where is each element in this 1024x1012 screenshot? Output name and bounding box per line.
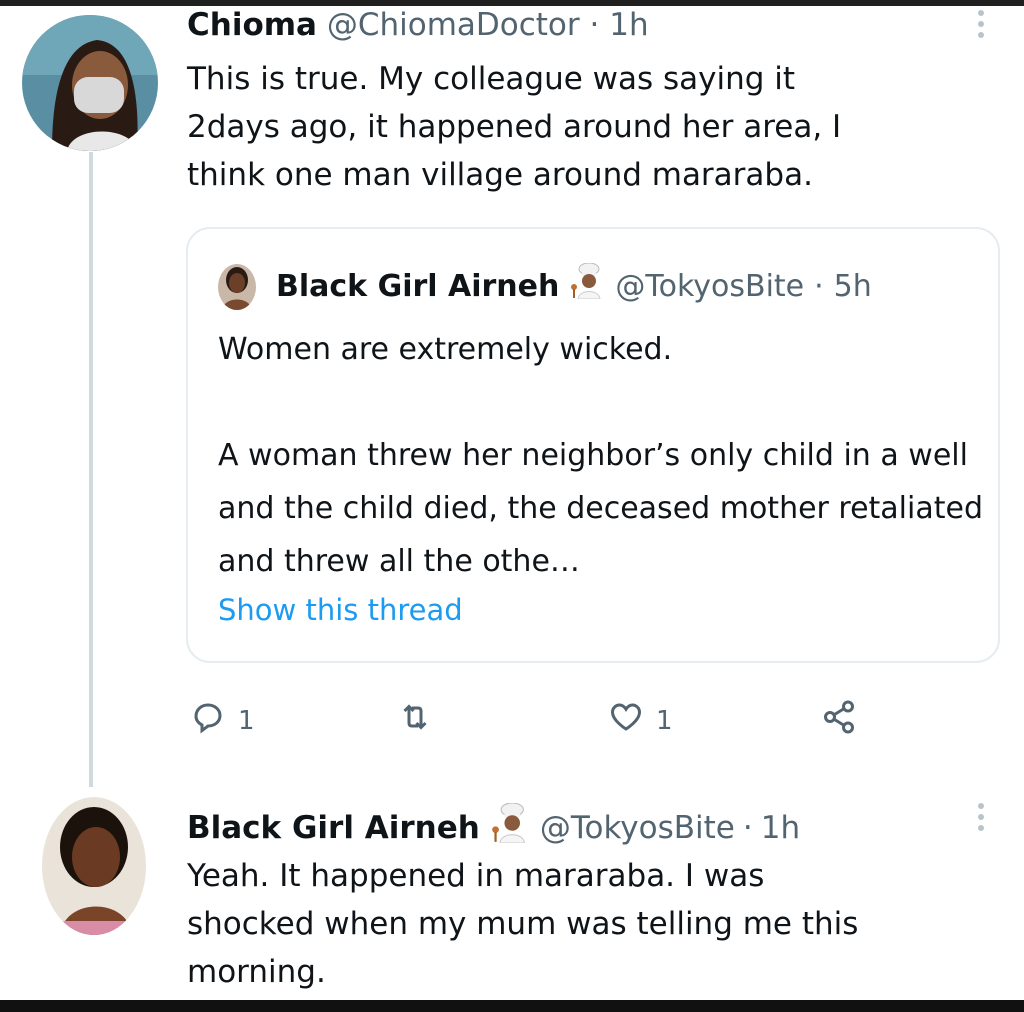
chef-emoji xyxy=(490,802,530,853)
separator-dot: · xyxy=(742,810,753,846)
second-author-handle[interactable]: @TokyosBite xyxy=(540,808,735,848)
reply-text: This is true. My colleague was saying it… xyxy=(187,61,842,193)
quoted-avatar xyxy=(218,263,256,310)
reply-count: 1 xyxy=(238,705,255,736)
quoted-author-handle: @TokyosBite xyxy=(615,268,805,304)
share-button[interactable] xyxy=(820,699,858,742)
quoted-paragraph-1: Women are extremely wicked. xyxy=(218,332,673,367)
second-time[interactable]: 1h xyxy=(761,808,800,848)
separator-dot: · xyxy=(814,268,824,304)
quoted-header: Black Girl Airneh @TokyosBite · 5h xyxy=(218,262,872,310)
quoted-time: 5h xyxy=(833,268,872,304)
second-header: Black Girl Airneh @TokyosBite · 1h xyxy=(187,802,800,853)
quoted-paragraph-2: A woman threw her neighbor’s only child … xyxy=(218,438,983,579)
share-icon xyxy=(820,699,858,742)
avatar-chioma[interactable] xyxy=(22,15,158,151)
second-text: Yeah. It happened in mararaba. I was sho… xyxy=(187,858,859,990)
retweet-icon xyxy=(397,699,433,742)
reply-time[interactable]: 1h xyxy=(609,7,648,43)
like-icon xyxy=(608,699,644,742)
reply-author-name[interactable]: Chioma xyxy=(187,7,317,43)
reply-header: Chioma @ChiomaDoctor · 1h xyxy=(187,5,649,45)
quoted-text: Women are extremely wicked. A woman thre… xyxy=(218,323,988,588)
avatar-black-girl-airneh[interactable] xyxy=(42,797,146,935)
action-bar: 1 1 xyxy=(0,695,1024,739)
reply-author-handle[interactable]: @ChiomaDoctor xyxy=(327,7,580,43)
reply-icon xyxy=(190,699,226,742)
chef-emoji xyxy=(569,262,605,310)
separator-dot: · xyxy=(589,7,600,43)
retweet-button[interactable] xyxy=(397,699,433,742)
bottom-edge xyxy=(0,1000,1024,1012)
thread-line xyxy=(89,152,93,787)
second-author-name[interactable]: Black Girl Airneh xyxy=(187,808,480,848)
like-count: 1 xyxy=(656,705,673,736)
quoted-tweet-card[interactable]: Black Girl Airneh @TokyosBite · 5h Women… xyxy=(186,227,1000,663)
quoted-author-name: Black Girl Airneh xyxy=(276,268,560,304)
more-icon[interactable] xyxy=(971,803,991,831)
reply-button[interactable]: 1 xyxy=(190,699,255,742)
more-icon[interactable] xyxy=(971,10,991,38)
show-thread-link[interactable]: Show this thread xyxy=(218,593,463,627)
like-button[interactable]: 1 xyxy=(608,699,673,742)
